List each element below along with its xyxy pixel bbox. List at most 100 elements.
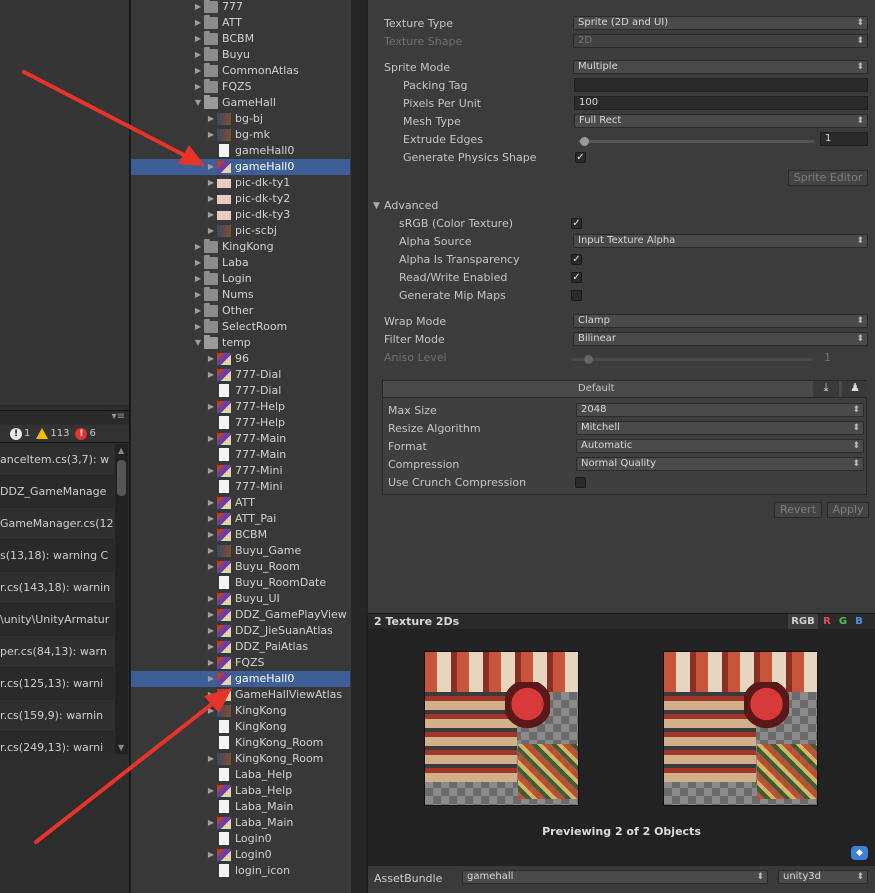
- collapsed-arrow-icon[interactable]: ▶: [206, 463, 216, 479]
- info-counter[interactable]: ! 1: [10, 427, 30, 440]
- collapsed-arrow-icon[interactable]: ▶: [206, 639, 216, 655]
- expanded-arrow-icon[interactable]: ▼: [193, 335, 203, 351]
- collapsed-arrow-icon[interactable]: ▶: [206, 495, 216, 511]
- tree-item[interactable]: ▶ 777-Help: [131, 399, 350, 415]
- console-log-row[interactable]: anceItem.cs(3,7): w: [0, 444, 114, 476]
- collapsed-arrow-icon[interactable]: ▶: [193, 31, 203, 47]
- collapsed-arrow-icon[interactable]: ▶: [206, 431, 216, 447]
- scene-view-area[interactable]: [0, 0, 129, 405]
- extrude-edges-input[interactable]: 1: [820, 132, 868, 146]
- console-log-row[interactable]: r.cs(249,13): warni: [0, 732, 114, 754]
- tree-item[interactable]: KingKong_Room: [131, 735, 350, 751]
- collapsed-arrow-icon[interactable]: ▶: [206, 703, 216, 719]
- console-log-row[interactable]: r.cs(143,18): warnin: [0, 572, 114, 604]
- format-dropdown[interactable]: Automatic: [576, 439, 864, 453]
- collapsed-arrow-icon[interactable]: ▶: [206, 815, 216, 831]
- tree-item[interactable]: ▶ pic-dk-ty2: [131, 191, 350, 207]
- channel-rgb-button[interactable]: RGB: [788, 614, 818, 629]
- collapsed-arrow-icon[interactable]: ▶: [193, 63, 203, 79]
- compression-dropdown[interactable]: Normal Quality: [576, 457, 864, 471]
- panel-divider[interactable]: [351, 0, 366, 893]
- collapsed-arrow-icon[interactable]: ▶: [193, 79, 203, 95]
- channel-g-button[interactable]: G: [836, 614, 850, 629]
- tree-item[interactable]: ▶ Login: [131, 271, 350, 287]
- tree-item[interactable]: ▶ bg-mk: [131, 127, 350, 143]
- tree-item[interactable]: login_icon: [131, 863, 350, 879]
- extrude-edges-slider-knob[interactable]: [580, 137, 589, 146]
- sprite-mode-dropdown[interactable]: Multiple: [573, 60, 868, 74]
- tree-item[interactable]: Login0: [131, 831, 350, 847]
- console-log-row[interactable]: DDZ_GameManage: [0, 476, 114, 508]
- apply-button[interactable]: Apply: [827, 502, 869, 518]
- tree-item[interactable]: ▶ FQZS: [131, 655, 350, 671]
- collapsed-arrow-icon[interactable]: ▶: [193, 287, 203, 303]
- tree-item[interactable]: ▶ Login0: [131, 847, 350, 863]
- collapsed-arrow-icon[interactable]: ▶: [206, 607, 216, 623]
- srgb-checkbox[interactable]: ✓: [571, 218, 582, 229]
- tab-default[interactable]: Default: [578, 383, 615, 394]
- collapsed-arrow-icon[interactable]: ▶: [206, 127, 216, 143]
- collapsed-arrow-icon[interactable]: ▶: [206, 847, 216, 863]
- collapsed-arrow-icon[interactable]: ▶: [206, 159, 216, 175]
- tree-item[interactable]: ▶ KingKong: [131, 703, 350, 719]
- collapsed-arrow-icon[interactable]: ▶: [193, 271, 203, 287]
- tree-item[interactable]: ▶ DDZ_JieSuanAtlas: [131, 623, 350, 639]
- collapsed-arrow-icon[interactable]: ▶: [206, 751, 216, 767]
- tree-item[interactable]: ▶ Buyu: [131, 47, 350, 63]
- collapsed-arrow-icon[interactable]: ▶: [206, 511, 216, 527]
- warning-counter[interactable]: 113: [36, 428, 69, 439]
- read-write-checkbox[interactable]: ✓: [571, 272, 582, 283]
- console-log-row[interactable]: r.cs(159,9): warnin: [0, 700, 114, 732]
- console-scrollbar[interactable]: ▲ ▼: [115, 444, 128, 754]
- mesh-type-dropdown[interactable]: Full Rect: [574, 114, 868, 128]
- collapsed-arrow-icon[interactable]: ▶: [206, 591, 216, 607]
- collapsed-arrow-icon[interactable]: ▶: [206, 207, 216, 223]
- collapsed-arrow-icon[interactable]: ▶: [206, 399, 216, 415]
- collapsed-arrow-icon[interactable]: ▶: [193, 47, 203, 63]
- mip-maps-checkbox[interactable]: [571, 290, 582, 301]
- tree-item[interactable]: 777-Mini: [131, 479, 350, 495]
- tree-item[interactable]: ▶ BCBM: [131, 527, 350, 543]
- collapsed-arrow-icon[interactable]: ▶: [206, 367, 216, 383]
- download-icon[interactable]: ⤓: [813, 381, 839, 397]
- crunch-compression-checkbox[interactable]: [575, 477, 586, 488]
- channel-r-button[interactable]: R: [820, 614, 834, 629]
- tree-item[interactable]: ▶ 777-Main: [131, 431, 350, 447]
- pixels-per-unit-input[interactable]: 100: [574, 96, 868, 110]
- tree-item[interactable]: ▶ pic-scbj: [131, 223, 350, 239]
- advanced-foldout-label[interactable]: Advanced: [384, 199, 438, 212]
- tree-item[interactable]: ▶ FQZS: [131, 79, 350, 95]
- tree-item[interactable]: Buyu_RoomDate: [131, 575, 350, 591]
- tree-item[interactable]: ▶ 777-Mini: [131, 463, 350, 479]
- tree-item[interactable]: KingKong: [131, 719, 350, 735]
- wrap-mode-dropdown[interactable]: Clamp: [573, 314, 868, 328]
- tree-item[interactable]: ▶ Laba: [131, 255, 350, 271]
- collapsed-arrow-icon[interactable]: ▶: [193, 303, 203, 319]
- tree-item[interactable]: ▶ ATT: [131, 495, 350, 511]
- collapsed-arrow-icon[interactable]: ▶: [206, 687, 216, 703]
- collapsed-arrow-icon[interactable]: ▶: [193, 0, 203, 15]
- collapsed-arrow-icon[interactable]: ▶: [206, 527, 216, 543]
- collapsed-arrow-icon[interactable]: ▶: [193, 15, 203, 31]
- tree-item[interactable]: ▶ Other: [131, 303, 350, 319]
- asset-bundle-variant-dropdown[interactable]: unity3d: [778, 870, 868, 884]
- channel-b-button[interactable]: B: [852, 614, 866, 629]
- label-tag-icon[interactable]: ◆: [851, 846, 868, 860]
- tree-item[interactable]: ▶ DDZ_PaiAtlas: [131, 639, 350, 655]
- packing-tag-input[interactable]: [574, 78, 868, 92]
- tree-item[interactable]: ▶ KingKong_Room: [131, 751, 350, 767]
- tree-item[interactable]: ▶ bg-bj: [131, 111, 350, 127]
- console-scroll-thumb[interactable]: [117, 460, 126, 496]
- extrude-edges-slider[interactable]: [578, 140, 814, 143]
- tree-item[interactable]: ▶ Buyu_UI: [131, 591, 350, 607]
- error-counter[interactable]: ! 6: [75, 427, 96, 440]
- collapsed-arrow-icon[interactable]: ▶: [206, 655, 216, 671]
- advanced-foldout-icon[interactable]: ▼: [373, 201, 380, 211]
- tree-item[interactable]: 777-Help: [131, 415, 350, 431]
- tree-item[interactable]: ▶ Nums: [131, 287, 350, 303]
- resize-algorithm-dropdown[interactable]: Mitchell: [576, 421, 864, 435]
- scroll-down-icon[interactable]: ▼: [118, 743, 124, 752]
- preview-area[interactable]: Previewing 2 of 2 Objects: [368, 629, 875, 865]
- collapsed-arrow-icon[interactable]: ▶: [206, 543, 216, 559]
- tree-item[interactable]: ▶ SelectRoom: [131, 319, 350, 335]
